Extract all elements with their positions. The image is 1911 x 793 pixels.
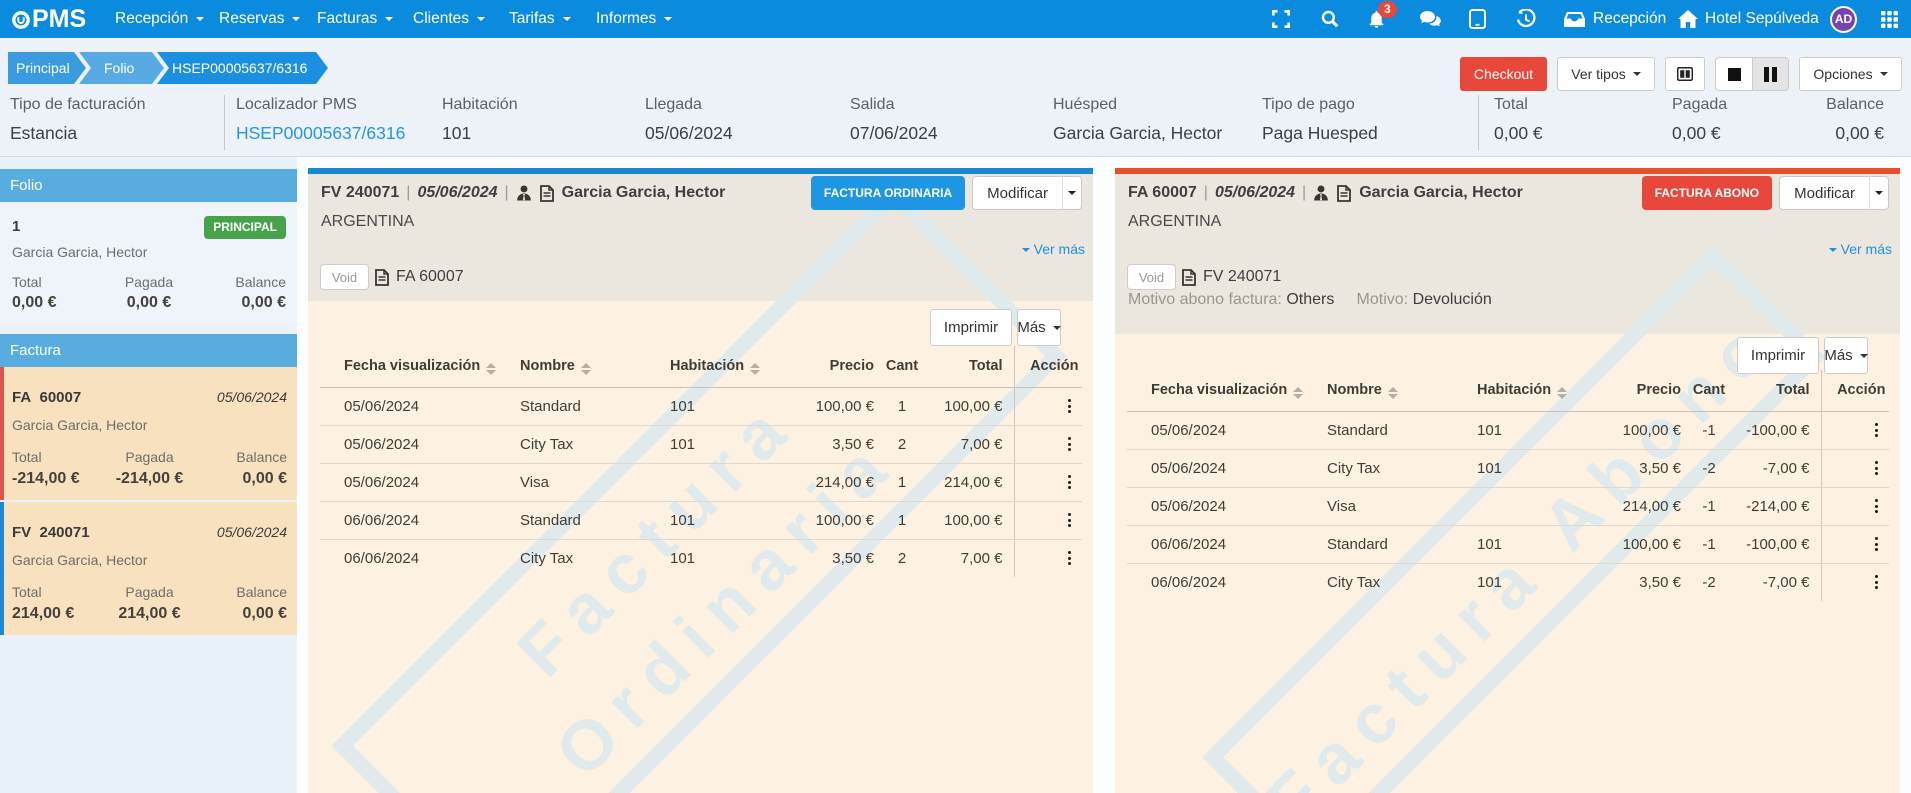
- svg-text:Principal: Principal: [16, 60, 70, 76]
- svg-text:HSEP00005637/6316: HSEP00005637/6316: [172, 60, 308, 76]
- svg-text:Folio: Folio: [104, 60, 135, 76]
